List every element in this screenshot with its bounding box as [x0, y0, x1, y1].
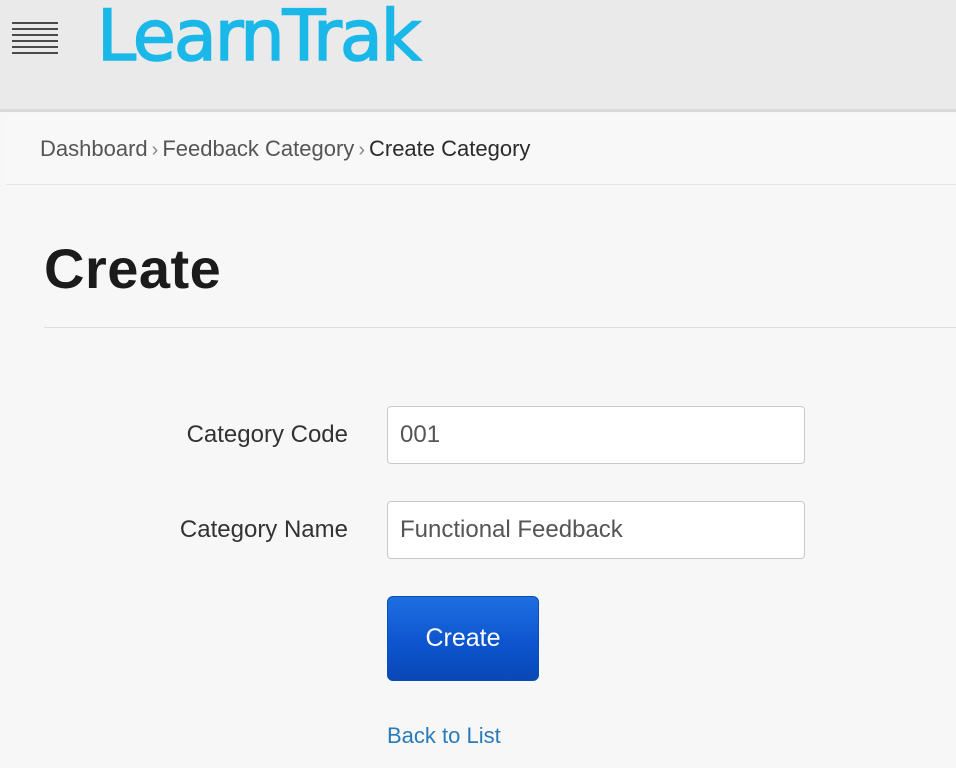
- category-code-input[interactable]: [387, 406, 805, 464]
- breadcrumb-bar: Dashboard › Feedback Category › Create Categ…: [6, 115, 956, 185]
- top-header: LearnTrak: [0, 0, 956, 112]
- create-button[interactable]: Create: [387, 596, 539, 681]
- category-name-input[interactable]: [387, 501, 805, 559]
- category-code-label: Category Code: [186, 421, 348, 448]
- page-title: Create: [44, 237, 222, 300]
- chevron-right-icon: ›: [151, 139, 159, 161]
- hamburger-menu-icon[interactable]: [12, 22, 58, 56]
- breadcrumb-current: Create Category: [368, 136, 531, 161]
- learntrak-logo[interactable]: LearnTrak: [96, 0, 422, 78]
- category-name-label: Category Name: [179, 516, 348, 543]
- breadcrumb-feedback-category-link[interactable]: Feedback Category: [162, 136, 354, 161]
- breadcrumb-dashboard-link[interactable]: Dashboard: [40, 136, 148, 161]
- back-to-list-link[interactable]: Back to List: [387, 723, 501, 749]
- chevron-right-icon: ›: [358, 139, 365, 161]
- title-divider: [44, 327, 956, 328]
- breadcrumb: Dashboard › Feedback Category › Create Categ…: [40, 136, 530, 162]
